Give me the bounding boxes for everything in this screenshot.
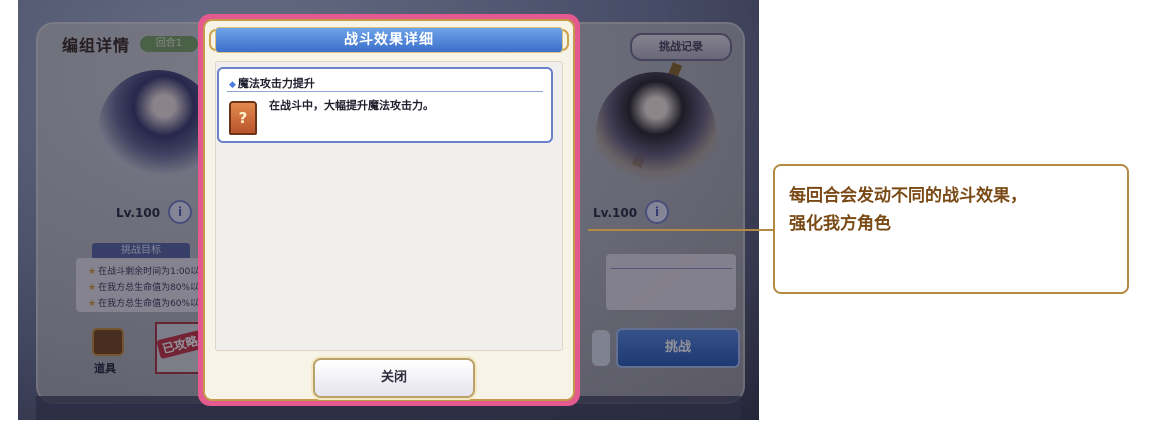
callout-box: 每回合会发动不同的战斗效果， 强化我方角色 — [773, 164, 1129, 294]
dialog-body: 战斗效果详细 ◆ 魔法攻击力提升 ? 在战斗中，大幅提升魔法攻击力。 关闭 — [203, 19, 575, 401]
callout-connector — [588, 229, 774, 231]
divider — [227, 91, 543, 92]
effect-card: ◆ 魔法攻击力提升 ? 在战斗中，大幅提升魔法攻击力。 — [217, 67, 553, 143]
dialog-title: 战斗效果详细 — [215, 27, 563, 53]
battle-effect-dialog: 战斗效果详细 ◆ 魔法攻击力提升 ? 在战斗中，大幅提升魔法攻击力。 关闭 — [198, 14, 580, 406]
diamond-bullet-icon: ◆ — [229, 80, 236, 90]
callout-line: 强化我方角色 — [789, 214, 891, 234]
callout-line: 每回合会发动不同的战斗效果， — [789, 186, 1027, 206]
magic-attack-buff-icon: ? — [229, 101, 257, 135]
effect-name: ◆ 魔法攻击力提升 — [229, 77, 315, 90]
effect-description: 在战斗中，大幅提升魔法攻击力。 — [269, 99, 434, 112]
close-button[interactable]: 关闭 — [313, 358, 475, 398]
